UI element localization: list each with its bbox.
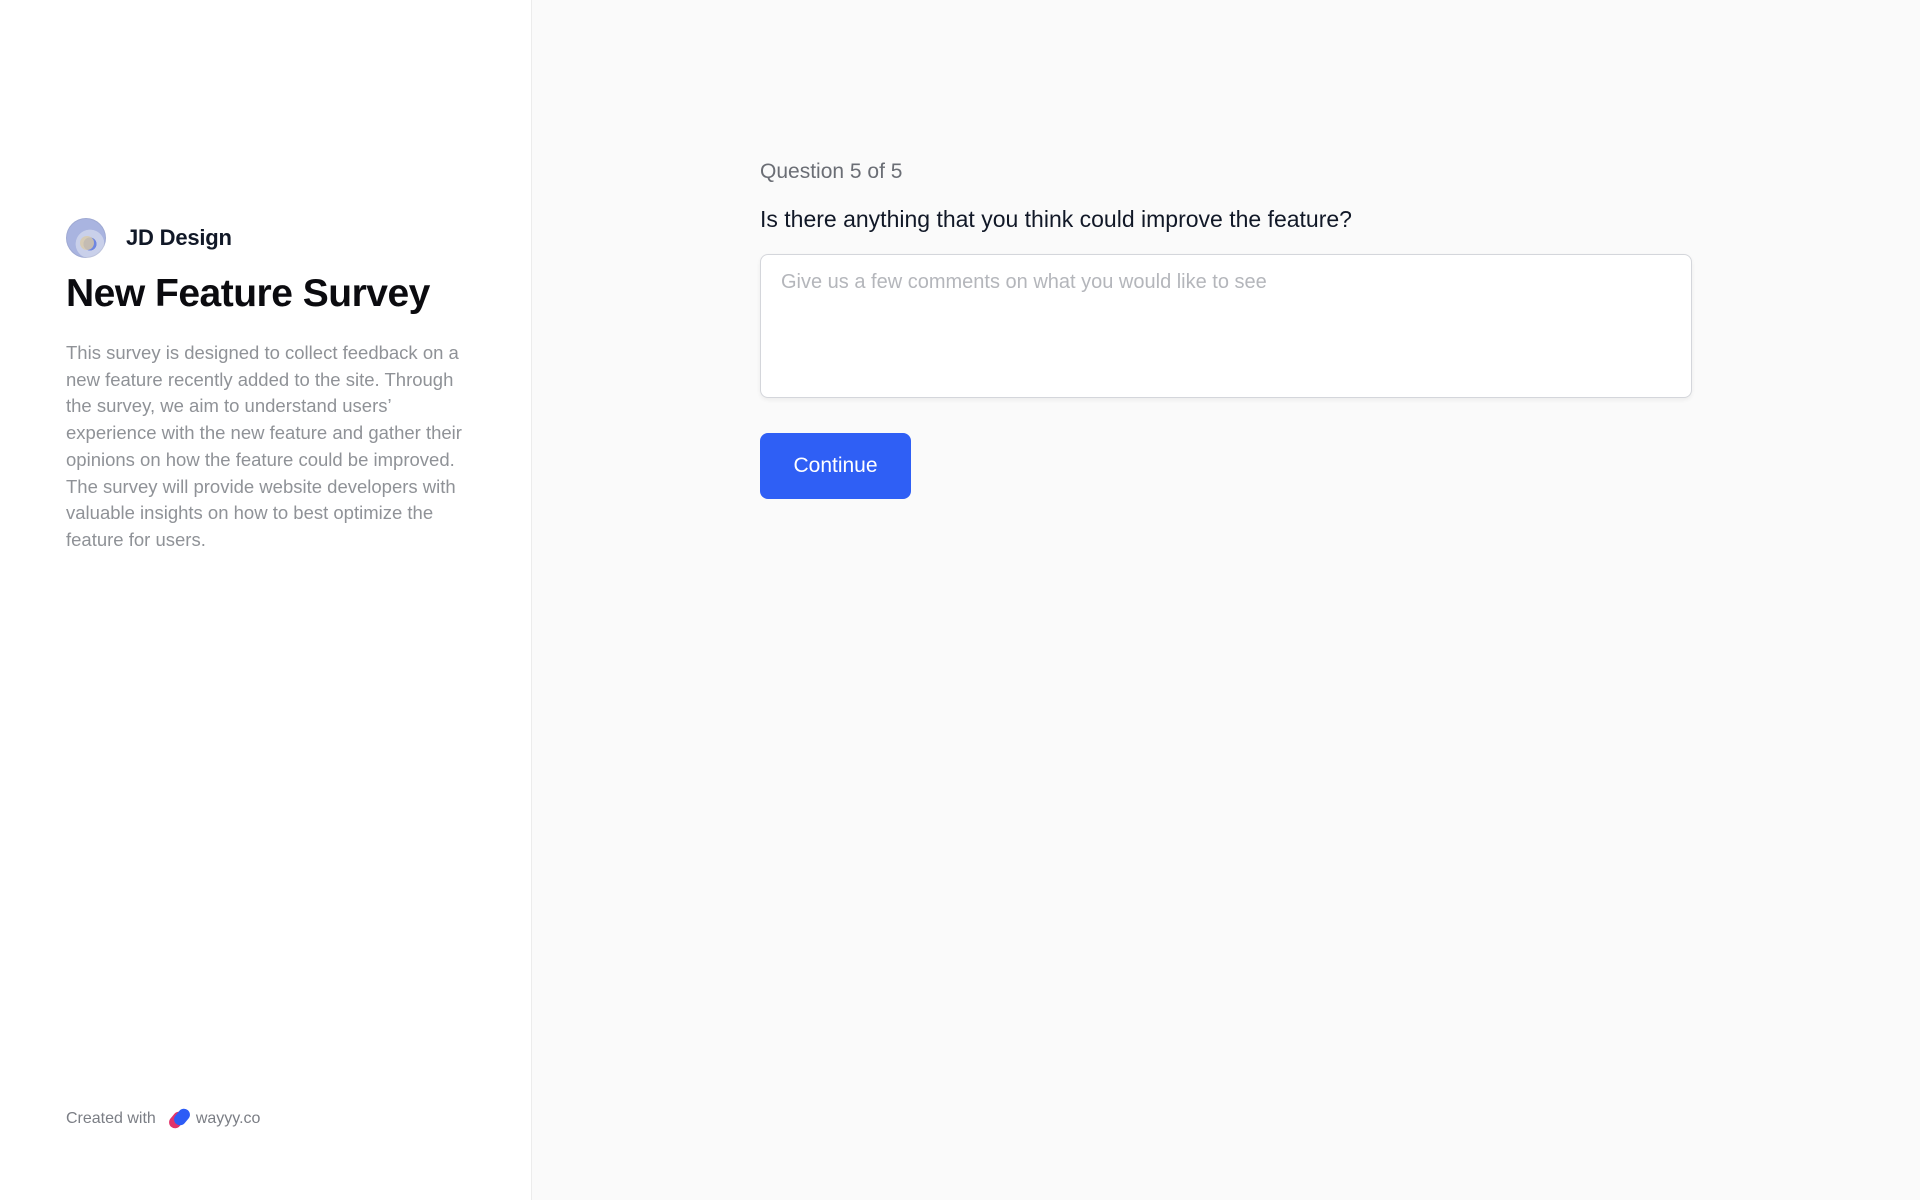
question-text: Is there anything that you think could i…: [760, 206, 1352, 232]
survey-title: New Feature Survey: [66, 272, 430, 315]
survey-page: JD Design New Feature Survey This survey…: [0, 0, 1920, 1200]
survey-description: This survey is designed to collect feedb…: [66, 342, 462, 550]
sidebar: JD Design New Feature Survey This survey…: [0, 0, 532, 1200]
brand-name: JD Design: [126, 225, 232, 250]
avatar: [66, 218, 106, 258]
question-counter: Question 5 of 5: [760, 160, 903, 183]
continue-button[interactable]: Continue: [760, 433, 911, 499]
created-with-label: Created with: [66, 1110, 156, 1127]
wayyy-logo-icon: [166, 1106, 193, 1131]
created-with-footer[interactable]: Created with wayyy.co: [66, 1106, 261, 1131]
answer-textarea[interactable]: [760, 254, 1692, 398]
brand: JD Design: [66, 218, 232, 258]
site-name-link[interactable]: wayyy.co: [196, 1110, 261, 1128]
